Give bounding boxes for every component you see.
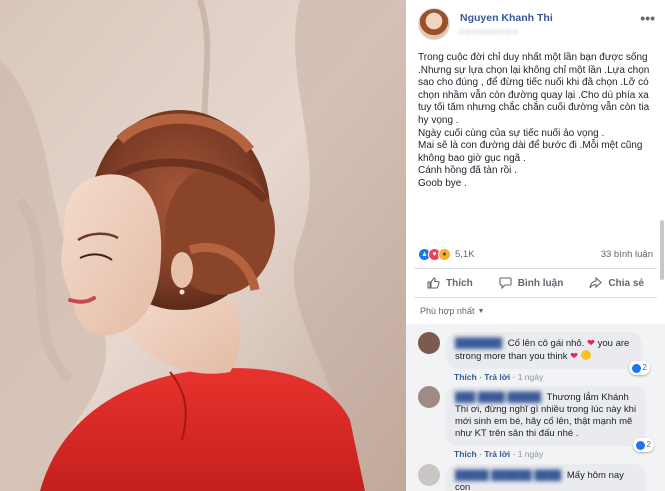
panel-scrollbar[interactable] xyxy=(660,0,664,491)
chevron-down-icon: ▼ xyxy=(477,307,485,315)
comment-reaction-count: 2 xyxy=(642,363,647,372)
comment-body: ███ ████ █████ Thương lắm Khánh Thi ơi, … xyxy=(446,386,654,459)
comment-reactions[interactable]: 2 xyxy=(628,361,650,375)
like-reaction-icon xyxy=(635,440,645,450)
post-meta: • • • • • • • • • xyxy=(460,26,517,37)
portrait-illustration xyxy=(0,0,406,491)
comment-count[interactable]: 33 bình luận xyxy=(601,249,653,260)
smile-emoji-icon xyxy=(580,350,591,360)
author-block: Nguyen Khanh Thi • • • • • • • • • xyxy=(460,12,553,37)
comment-text: Cố lên cô gái nhỏ. xyxy=(507,338,585,349)
comment-sort-dropdown[interactable]: Phù hợp nhất ▼ xyxy=(420,306,484,316)
heart-emoji-icon: ❤ xyxy=(587,338,595,349)
post-line: sao cho đúng , để đừng tiếc nuối khi đã … xyxy=(418,77,649,89)
comment-label: Bình luận xyxy=(517,277,564,289)
post-header: Nguyen Khanh Thi • • • • • • • • • ••• xyxy=(406,0,665,46)
comment-time[interactable]: 1 ngày xyxy=(518,372,544,382)
commenter-name[interactable]: █████ ██████ ████ xyxy=(455,470,561,481)
comment-button[interactable]: Bình luận xyxy=(499,277,564,289)
comment-reaction-count: 2 xyxy=(646,440,651,449)
comment-reactions[interactable]: 2 xyxy=(632,438,654,452)
like-label: Thích xyxy=(446,277,473,289)
reaction-count[interactable]: 5,1K xyxy=(455,249,475,260)
reaction-summary: ▲ ♥ ● 5,1K 33 bình luận xyxy=(418,248,653,261)
comment-bubble: █████ ██████ ████ Mấy hôm nay con xyxy=(446,464,646,491)
like-button[interactable]: Thích xyxy=(427,277,473,289)
author-avatar[interactable] xyxy=(418,8,450,40)
comment-bubble: ███ ████ █████ Thương lắm Khánh Thi ơi, … xyxy=(446,386,654,452)
thumbs-up-icon xyxy=(427,277,440,289)
share-arrow-icon xyxy=(589,277,603,289)
post-line: hy vọng . xyxy=(418,114,459,126)
comment-item: ███████ Cố lên cô gái nhỏ. ❤ you are str… xyxy=(418,332,655,382)
comment-bubble: ███████ Cố lên cô gái nhỏ. ❤ you are str… xyxy=(446,332,650,375)
post-line: Trong cuộc đời chỉ duy nhất một lần bạn … xyxy=(418,52,648,63)
post-text: Trong cuộc đời chỉ duy nhất một lần bạn … xyxy=(406,46,665,191)
post-line: Mai sẽ là con đường dài để bước đi .Mỗi … xyxy=(418,140,643,152)
comment-like-link[interactable]: Thích xyxy=(454,372,477,382)
heart-emoji-icon: ❤ xyxy=(570,351,579,362)
comment-body: ███████ Cố lên cô gái nhỏ. ❤ you are str… xyxy=(446,332,650,382)
share-label: Chia sẻ xyxy=(608,277,644,289)
commenter-avatar[interactable] xyxy=(418,464,440,486)
comment-actions: Thích · Trả lời · 1 ngày xyxy=(454,372,544,382)
comment-reply-link[interactable]: Trả lời xyxy=(484,449,510,459)
comment-time[interactable]: 1 ngày xyxy=(518,449,544,459)
commenter-name[interactable]: ███████ xyxy=(455,338,502,349)
comment-like-link[interactable]: Thích xyxy=(454,449,477,459)
post-photo[interactable] xyxy=(0,0,406,491)
share-button[interactable]: Chia sẻ xyxy=(589,277,644,289)
post-line: .Nhưng sự lựa chọn lại không chỉ một lần… xyxy=(418,64,650,76)
comment-actions: Thích · Trả lời · 1 ngày xyxy=(454,449,544,459)
comments-section: ███████ Cố lên cô gái nhỏ. ❤ you are str… xyxy=(406,324,665,491)
post-line: không bao giờ gục ngã . xyxy=(418,152,526,164)
comment-body: █████ ██████ ████ Mấy hôm nay con xyxy=(446,464,646,491)
commenter-avatar[interactable] xyxy=(418,386,440,408)
like-reaction-icon xyxy=(631,363,641,373)
sort-label: Phù hợp nhất xyxy=(420,306,475,316)
reaction-icons[interactable]: ▲ ♥ ● 5,1K xyxy=(418,248,475,261)
photo-viewer: Nguyen Khanh Thi • • • • • • • • • ••• T… xyxy=(0,0,665,491)
more-options-icon[interactable]: ••• xyxy=(640,10,655,26)
author-name[interactable]: Nguyen Khanh Thi xyxy=(460,12,553,24)
comment-reply-link[interactable]: Trả lời xyxy=(484,372,510,382)
post-line: Goob bye . xyxy=(418,177,467,189)
wow-reaction-icon: ● xyxy=(438,248,451,261)
commenter-avatar[interactable] xyxy=(418,332,440,354)
post-actions: Thích Bình luận Chia sẻ xyxy=(414,268,657,298)
speech-bubble-icon xyxy=(499,277,512,289)
comment-item: ███ ████ █████ Thương lắm Khánh Thi ơi, … xyxy=(418,386,655,459)
scrollbar-thumb[interactable] xyxy=(660,220,664,280)
commenter-name[interactable]: ███ ████ █████ xyxy=(455,392,541,403)
post-panel: Nguyen Khanh Thi • • • • • • • • • ••• T… xyxy=(406,0,665,491)
post-line: Cánh hồng đã tàn rồi . xyxy=(418,165,517,177)
post-line: Ngày cuối cùng của sự tiếc nuối ảo vọng … xyxy=(418,127,605,139)
post-line: tuy tối tăm nhưng chắc chắn cuối đường v… xyxy=(418,102,650,114)
post-line: chọn nhầm vẫn còn đường quay lại .Cho dù… xyxy=(418,89,649,101)
comment-item: █████ ██████ ████ Mấy hôm nay con xyxy=(418,464,655,491)
